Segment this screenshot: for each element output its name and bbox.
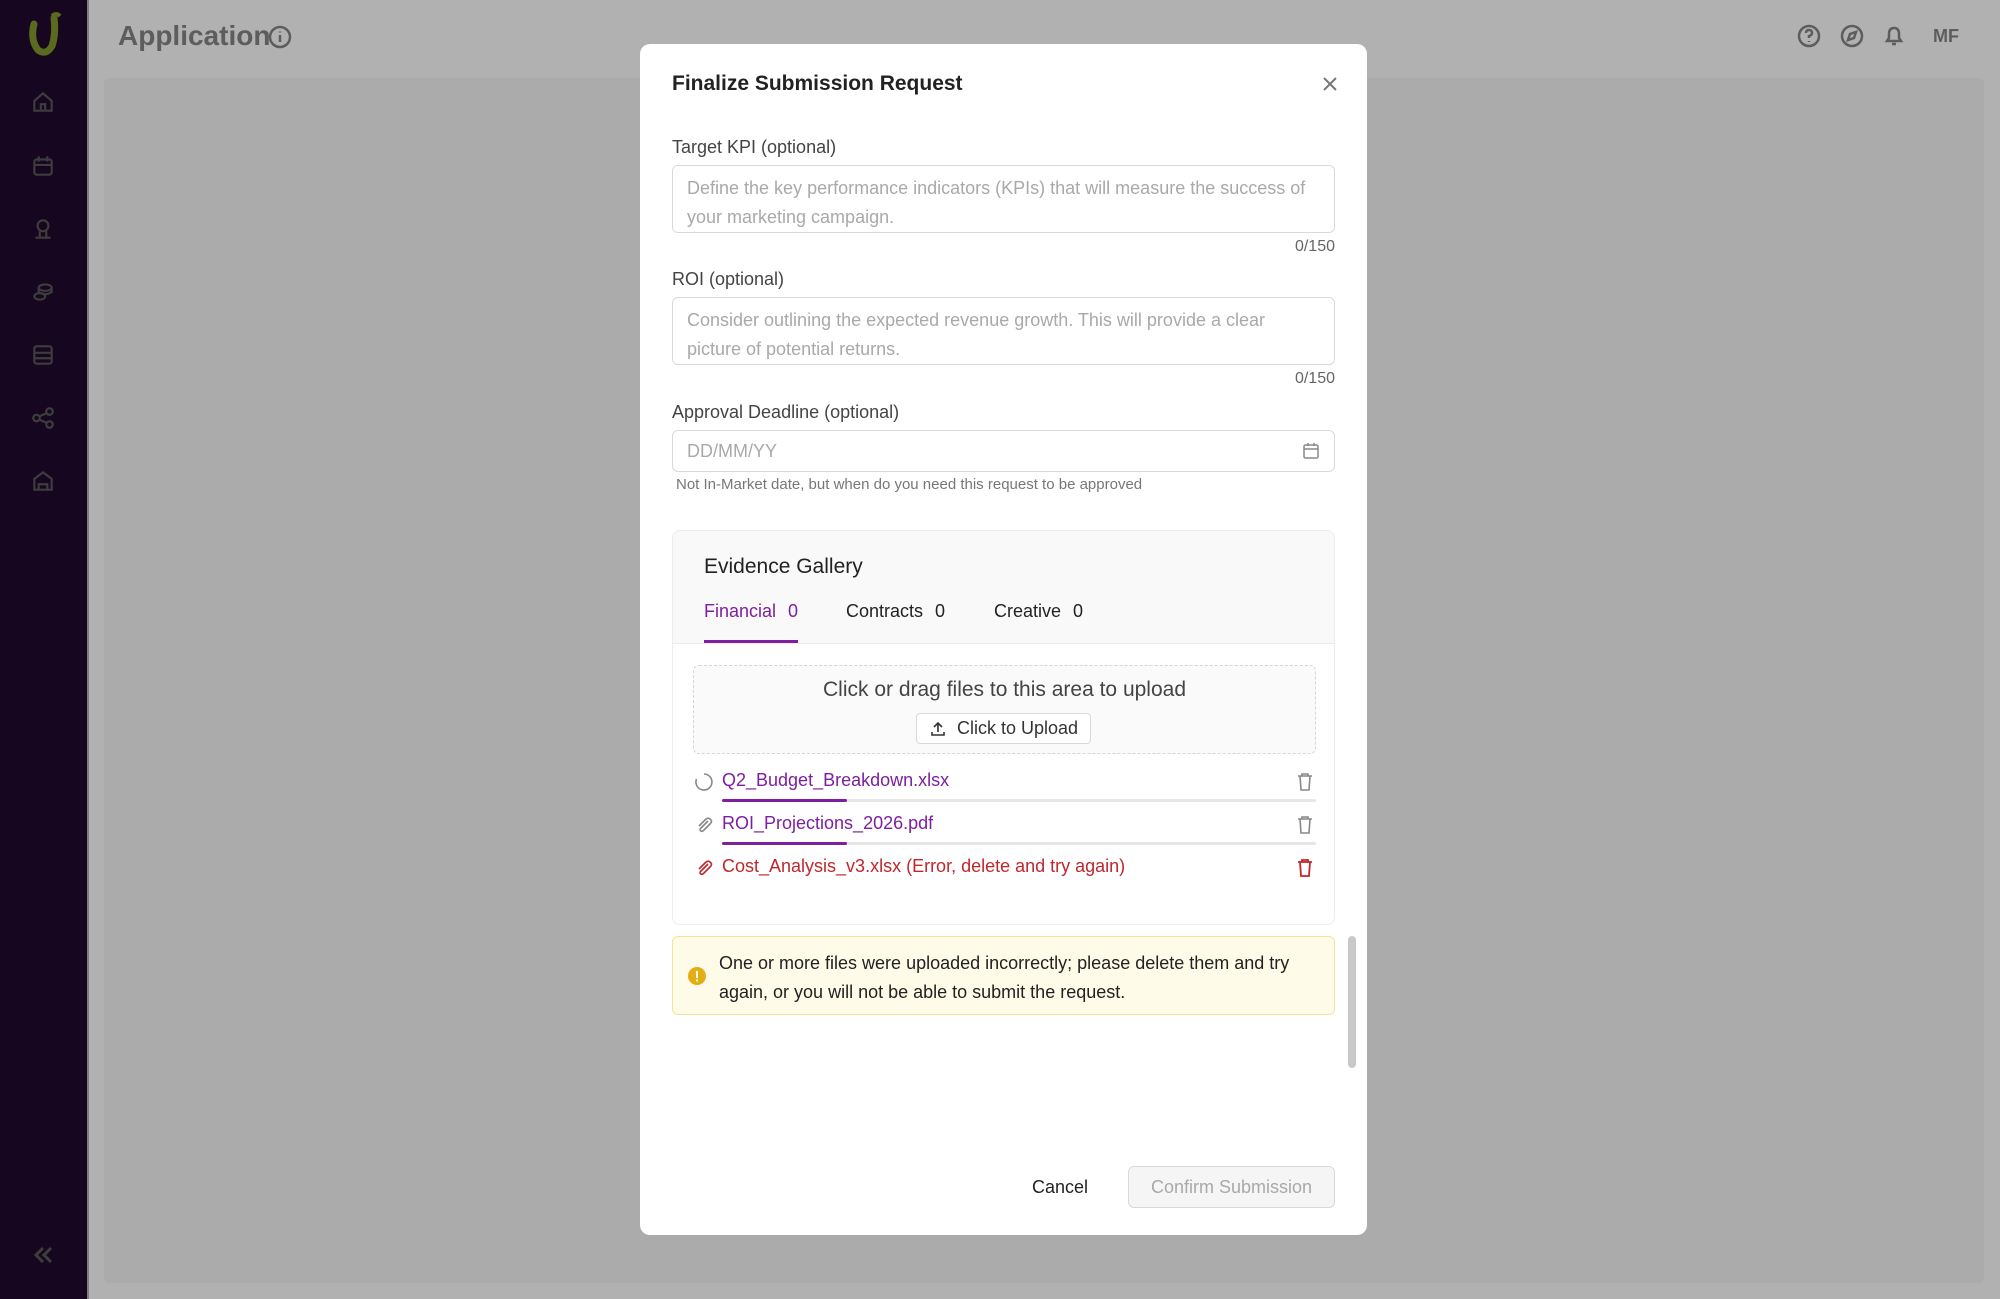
page-title: Application bbox=[118, 20, 271, 51]
tab-creative[interactable]: Creative 0 bbox=[994, 601, 1083, 643]
delete-icon[interactable] bbox=[1295, 814, 1315, 836]
dropzone-text: Click or drag files to this area to uplo… bbox=[822, 678, 1187, 701]
confirm-submission-button[interactable]: Confirm Submission bbox=[1128, 1166, 1335, 1208]
sidebar bbox=[0, 0, 87, 1299]
date-placeholder: DD/MM/YY bbox=[687, 440, 777, 461]
upload-progress-fill bbox=[722, 842, 847, 845]
click-to-upload-button[interactable]: Click to Upload bbox=[916, 713, 1091, 744]
approval-deadline-label: Approval Deadline (optional) bbox=[672, 402, 900, 422]
loading-spinner-icon bbox=[695, 773, 713, 791]
file-item: Q2_Budget_Breakdown.xlsx bbox=[693, 763, 1316, 803]
upload-button-label: Click to Upload bbox=[956, 718, 1079, 738]
file-item: ROI_Projections_2026.pdf bbox=[693, 806, 1316, 846]
bell-icon[interactable] bbox=[1880, 22, 1908, 50]
tab-financial[interactable]: Financial 0 bbox=[704, 601, 799, 643]
tab-label: Financial bbox=[704, 601, 777, 621]
upload-progress-fill bbox=[722, 799, 847, 802]
target-kpi-label: Target KPI (optional) bbox=[672, 137, 837, 157]
target-kpi-counter: 0/150 bbox=[1294, 238, 1335, 255]
sidebar-divider bbox=[87, 0, 89, 1299]
store-icon[interactable] bbox=[29, 467, 57, 495]
calendar-icon[interactable] bbox=[29, 152, 57, 180]
tab-label: Creative bbox=[994, 601, 1062, 621]
info-icon[interactable] bbox=[267, 24, 293, 50]
submission-modal: Finalize Submission Request Target KPI (… bbox=[640, 44, 1367, 1235]
tab-contracts[interactable]: Contracts 0 bbox=[846, 601, 945, 643]
file-name[interactable]: ROI_Projections_2026.pdf bbox=[722, 813, 933, 834]
alert-text: One or more files were uploaded incorrec… bbox=[719, 953, 1290, 1002]
approval-deadline-field[interactable]: DD/MM/YY bbox=[672, 430, 1335, 472]
cancel-button[interactable]: Cancel bbox=[1020, 1166, 1100, 1208]
delete-icon[interactable] bbox=[1295, 771, 1315, 793]
evidence-gallery: Evidence Gallery Financial 0 Contracts 0 C… bbox=[672, 530, 1335, 925]
paperclip-icon bbox=[698, 817, 713, 833]
file-name[interactable]: Q2_Budget_Breakdown.xlsx bbox=[722, 770, 949, 791]
collapse-sidebar-icon[interactable] bbox=[28, 1240, 58, 1270]
share-icon[interactable] bbox=[29, 404, 57, 432]
file-item-error: Cost_Analysis_v3.xlsx (Error, delete and… bbox=[693, 849, 1316, 889]
approval-deadline-hint: Not In-Market date, but when do you need… bbox=[676, 476, 1143, 493]
delete-icon[interactable] bbox=[1295, 857, 1315, 879]
file-name[interactable]: Cost_Analysis_v3.xlsx (Error, delete and… bbox=[722, 856, 1125, 877]
upload-progress-bar bbox=[722, 842, 1316, 845]
tab-label: Contracts bbox=[846, 601, 924, 621]
paperclip-icon bbox=[698, 860, 713, 876]
roi-label: ROI (optional) bbox=[672, 269, 785, 289]
gallery-title: Evidence Gallery bbox=[704, 555, 863, 578]
app-logo[interactable] bbox=[22, 10, 64, 58]
modal-title: Finalize Submission Request bbox=[672, 72, 963, 95]
compass-icon[interactable] bbox=[1838, 22, 1866, 50]
upload-error-alert: One or more files were uploaded incorrec… bbox=[672, 936, 1335, 1015]
close-icon[interactable] bbox=[1316, 70, 1344, 98]
upload-progress-bar bbox=[722, 799, 1316, 802]
home-icon[interactable] bbox=[29, 88, 57, 116]
roi-counter: 0/150 bbox=[1294, 370, 1335, 387]
help-icon[interactable] bbox=[1795, 22, 1823, 50]
warning-icon bbox=[688, 967, 706, 985]
modal-scrollbar[interactable] bbox=[1348, 936, 1356, 1068]
target-kpi-field[interactable] bbox=[672, 165, 1335, 233]
roi-field[interactable] bbox=[672, 297, 1335, 365]
upload-dropzone[interactable]: Click or drag files to this area to uplo… bbox=[693, 665, 1316, 754]
gallery-header: Evidence Gallery Financial 0 Contracts 0 C… bbox=[673, 531, 1334, 644]
user-badge-icon[interactable] bbox=[29, 215, 57, 243]
user-avatar[interactable]: MF bbox=[1933, 26, 1959, 47]
upload-icon bbox=[931, 721, 945, 736]
coins-icon[interactable] bbox=[29, 278, 57, 306]
tab-count: 0 bbox=[788, 601, 799, 621]
calendar-icon[interactable] bbox=[1302, 442, 1320, 460]
table-icon[interactable] bbox=[29, 341, 57, 369]
tab-count: 0 bbox=[1073, 601, 1084, 621]
tab-count: 0 bbox=[935, 601, 946, 621]
